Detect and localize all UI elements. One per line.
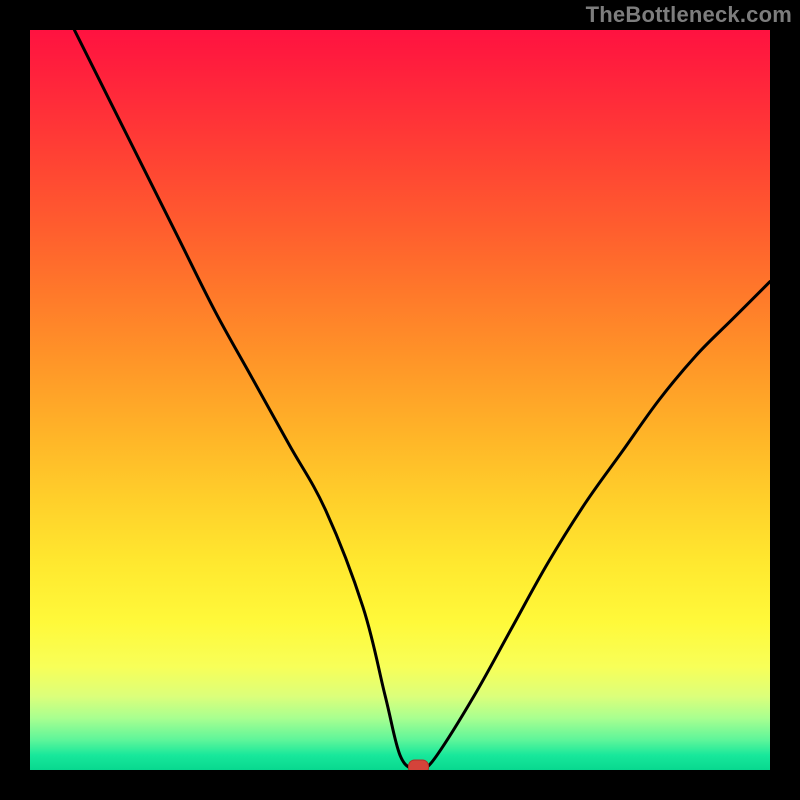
bottleneck-curve [74,30,770,770]
watermark-text: TheBottleneck.com [586,2,792,28]
curve-svg [30,30,770,770]
plot-area [30,30,770,770]
optimum-marker [409,760,429,770]
chart-frame: TheBottleneck.com [0,0,800,800]
